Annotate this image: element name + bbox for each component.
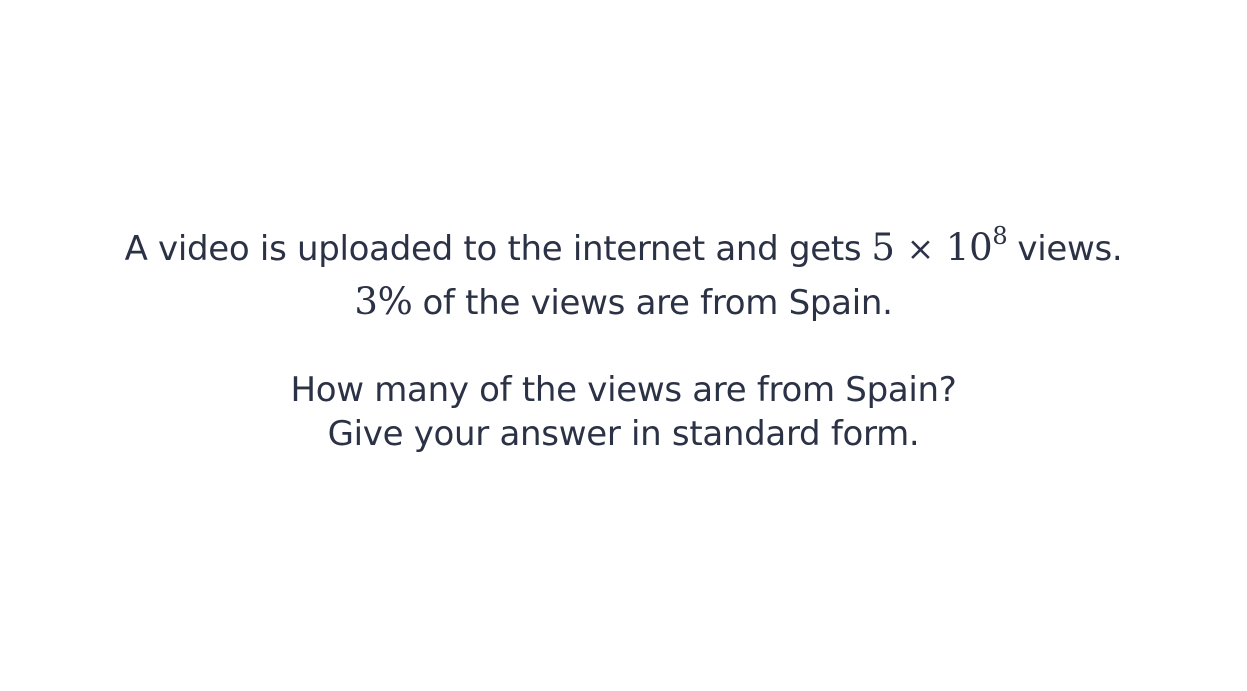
question-text: How many of the views are from Spain? (290, 370, 957, 410)
views-mantissa: 5 (871, 226, 895, 269)
percent-value: 3% (354, 280, 413, 323)
views-suffix: views. (1017, 229, 1123, 269)
views-base: 10 (945, 226, 993, 269)
times-symbol: × (906, 229, 935, 268)
question-page: A video is uploaded to the internet and … (0, 0, 1247, 691)
problem-line-1: A video is uploaded to the internet and … (0, 222, 1247, 269)
instruction-text: Give your answer in standard form. (327, 414, 920, 454)
spain-share-text: of the views are from Spain. (422, 283, 893, 323)
views-exponent: 8 (992, 222, 1008, 250)
problem-line-2: 3% of the views are from Spain. (0, 280, 1247, 323)
problem-intro-text: A video is uploaded to the internet and … (124, 229, 862, 269)
